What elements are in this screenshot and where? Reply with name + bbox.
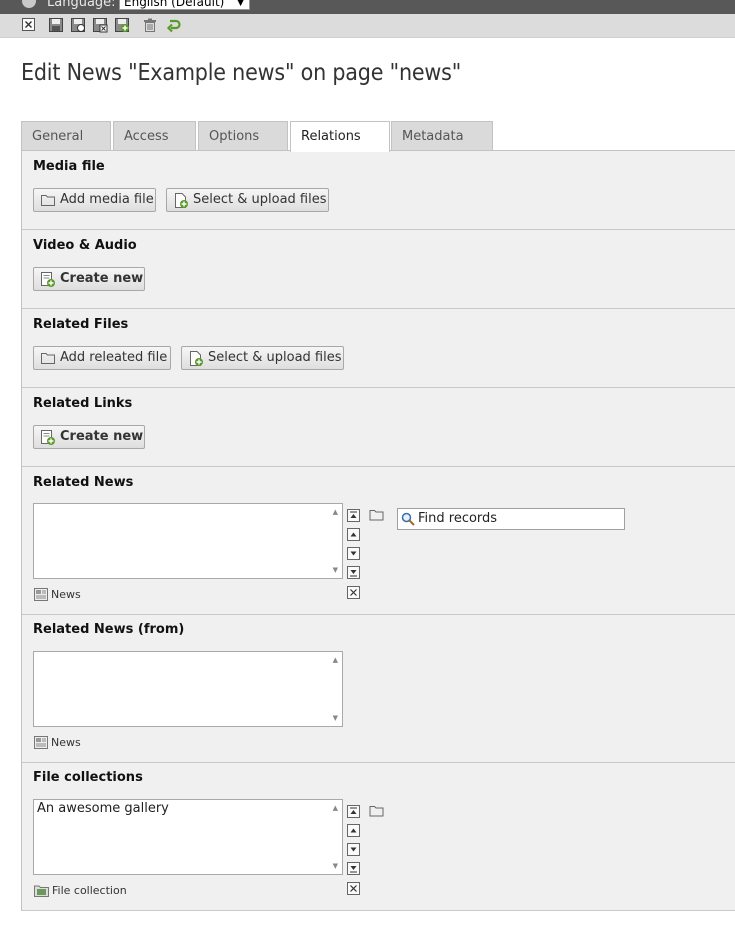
save-and-view-icon[interactable]	[71, 18, 87, 34]
select-upload-files-button[interactable]: Select & upload files	[166, 188, 329, 212]
news-table-label: News	[34, 588, 81, 604]
section-related-news: Related News ▲ ▼ Find records News	[22, 467, 735, 615]
globe-icon	[22, 0, 36, 8]
move-down-icon[interactable]	[347, 547, 360, 560]
table-label-text: File collection	[52, 884, 127, 897]
create-new-video-button[interactable]: Create new	[33, 267, 145, 291]
move-to-bottom-icon[interactable]	[347, 862, 360, 875]
toolbar	[0, 14, 735, 38]
remove-icon[interactable]	[347, 882, 360, 895]
news-table-label: News	[34, 736, 81, 752]
scroll-down-icon[interactable]: ▼	[333, 714, 338, 722]
save-and-new-icon[interactable]	[115, 18, 131, 34]
section-media-file: Media file Add media file Select & uploa…	[22, 151, 735, 230]
section-related-links: Related Links Create new	[22, 388, 735, 467]
new-record-icon	[40, 430, 56, 445]
add-media-file-button[interactable]: Add media file	[33, 188, 156, 212]
undo-icon[interactable]	[166, 18, 182, 34]
section-title: Related News	[33, 475, 134, 490]
move-to-top-icon[interactable]	[347, 509, 360, 522]
related-news-from-listbox[interactable]: ▲ ▼	[33, 651, 343, 727]
button-label: Create new	[60, 429, 144, 444]
file-collection-icon	[34, 884, 49, 900]
move-to-top-icon[interactable]	[347, 805, 360, 818]
tab-label: Access	[124, 129, 169, 144]
language-select[interactable]: English (Default) ▼	[119, 0, 250, 10]
add-related-file-button[interactable]: Add releated file	[33, 346, 171, 370]
upload-file-icon	[188, 351, 204, 366]
section-title: Video & Audio	[33, 238, 137, 253]
button-label: Select & upload files	[193, 192, 327, 207]
remove-icon[interactable]	[347, 586, 360, 599]
button-label: Create new	[60, 271, 144, 286]
tab-label: Metadata	[402, 129, 464, 144]
tab-label: General	[32, 129, 84, 144]
move-up-icon[interactable]	[347, 824, 360, 837]
language-label: Language:	[47, 0, 116, 10]
table-label-text: News	[51, 736, 81, 749]
news-table-icon	[34, 736, 48, 752]
save-and-close-icon[interactable]	[93, 18, 109, 34]
folder-icon	[40, 351, 56, 366]
create-new-link-button[interactable]: Create new	[33, 425, 145, 449]
table-label-text: News	[51, 588, 81, 601]
find-records-text: Find records	[418, 511, 498, 526]
find-records-input[interactable]: Find records	[397, 508, 625, 530]
file-collections-listbox[interactable]: An awesome gallery ▲ ▼	[33, 799, 343, 875]
tab-general[interactable]: General	[21, 121, 111, 151]
file-collection-table-label: File collection	[34, 884, 127, 900]
section-title: Related Links	[33, 396, 133, 411]
language-bar: Language: English (Default) ▼	[0, 0, 735, 14]
delete-icon[interactable]	[143, 18, 159, 34]
close-icon[interactable]	[22, 18, 38, 34]
tab-access[interactable]: Access	[113, 121, 196, 151]
scroll-up-icon[interactable]: ▲	[333, 656, 338, 664]
section-related-news-from: Related News (from) ▲ ▼ News	[22, 615, 735, 763]
page-title: Edit News "Example news" on page "news"	[21, 60, 462, 86]
language-select-value: English (Default)	[124, 0, 225, 9]
section-title: Related News (from)	[33, 622, 185, 637]
scroll-up-icon[interactable]: ▲	[333, 804, 338, 812]
search-icon	[401, 512, 415, 530]
section-title: Related Files	[33, 317, 129, 332]
section-title: File collections	[33, 770, 143, 785]
relations-panel: Media file Add media file Select & uploa…	[21, 151, 735, 911]
move-down-icon[interactable]	[347, 843, 360, 856]
select-upload-related-files-button[interactable]: Select & upload files	[181, 346, 344, 370]
button-label: Add releated file	[60, 350, 168, 365]
section-video-audio: Video & Audio Create new	[22, 230, 735, 309]
list-item[interactable]: An awesome gallery	[37, 801, 339, 816]
folder-browse-icon[interactable]	[369, 509, 385, 522]
button-label: Add media file	[60, 192, 154, 207]
scroll-down-icon[interactable]: ▼	[333, 862, 338, 870]
button-label: Select & upload files	[208, 350, 342, 365]
tab-label: Relations	[301, 129, 361, 144]
section-file-collections: File collections An awesome gallery ▲ ▼ …	[22, 763, 735, 911]
new-record-icon	[40, 272, 56, 287]
scroll-down-icon[interactable]: ▼	[333, 566, 338, 574]
move-up-icon[interactable]	[347, 528, 360, 541]
tab-options[interactable]: Options	[198, 121, 288, 151]
section-related-files: Related Files Add releated file Select &…	[22, 309, 735, 388]
upload-file-icon	[173, 193, 189, 208]
folder-browse-icon[interactable]	[369, 805, 385, 818]
scroll-up-icon[interactable]: ▲	[333, 508, 338, 516]
news-table-icon	[34, 588, 48, 604]
tab-bar: General Access Options Relations Metadat…	[21, 121, 735, 152]
tab-relations[interactable]: Relations	[290, 121, 390, 152]
tab-label: Options	[209, 129, 260, 144]
folder-icon	[40, 193, 56, 208]
related-news-listbox[interactable]: ▲ ▼	[33, 503, 343, 579]
section-title: Media file	[33, 159, 105, 174]
tab-metadata[interactable]: Metadata	[391, 121, 493, 151]
save-icon[interactable]	[49, 18, 65, 34]
chevron-down-icon: ▼	[237, 0, 244, 8]
move-to-bottom-icon[interactable]	[347, 566, 360, 579]
